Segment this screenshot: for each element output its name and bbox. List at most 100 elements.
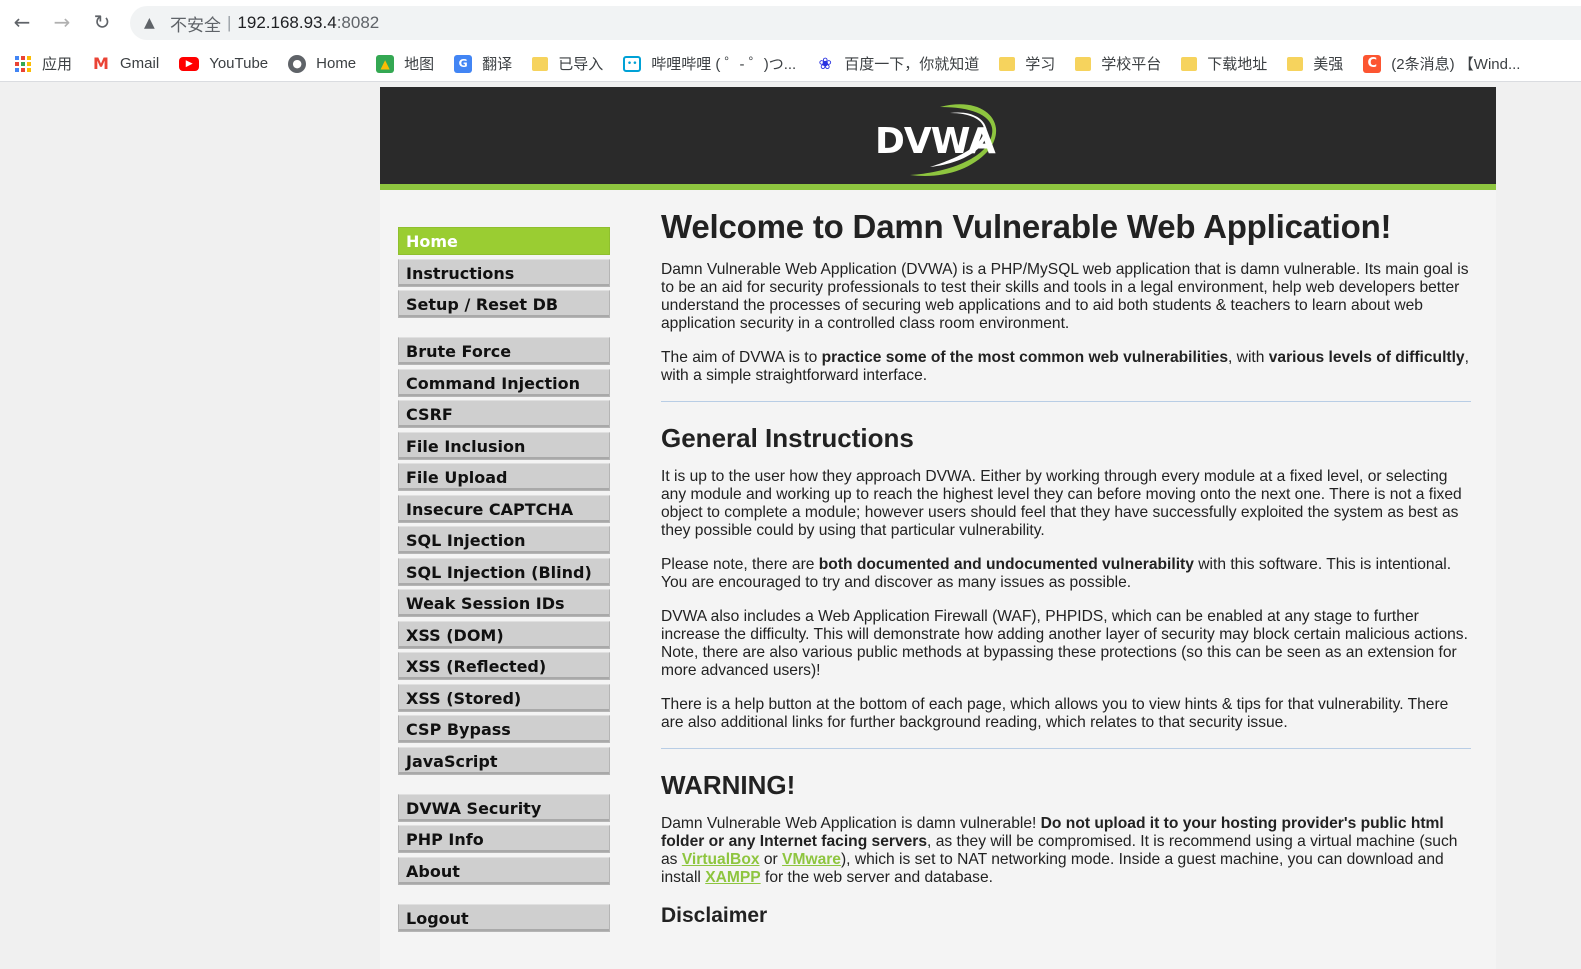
- bookmark-label: 哔哩哔哩 ( ゜- ゜)つ...: [651, 56, 797, 73]
- bookmark-translate[interactable]: G 翻译: [454, 53, 512, 74]
- note-bold: both documented and undocumented vulnera…: [818, 556, 1194, 573]
- bookmark-folder-imported[interactable]: 已导入: [532, 53, 603, 74]
- dvwa-page: DVWA Home Instructions Setup / Reset DB …: [380, 87, 1496, 969]
- menu-item-dvwa-security[interactable]: DVWA Security: [398, 793, 610, 822]
- general-paragraph: It is up to the user how they approach D…: [661, 468, 1462, 539]
- aim-bold-2: various levels of difficultly: [1268, 349, 1465, 366]
- folder-icon: [1287, 56, 1304, 71]
- menu-item-csp-bypass[interactable]: CSP Bypass: [398, 715, 610, 743]
- disclaimer-heading: Disclaimer: [661, 904, 768, 927]
- menu-group-settings: DVWA Security PHP Info About: [398, 793, 610, 885]
- bookmark-folder-meiqiang[interactable]: 美强: [1287, 53, 1343, 74]
- menu-item-brute-force[interactable]: Brute Force: [398, 337, 610, 365]
- youtube-icon: ▶: [179, 56, 200, 71]
- bookmark-label: 百度一下，你就知道: [844, 56, 980, 73]
- bookmark-bilibili[interactable]: •• 哔哩哔哩 ( ゜- ゜)つ...: [623, 53, 796, 74]
- menu-group-vulnerabilities: Brute Force Command Injection CSRF File …: [398, 337, 610, 775]
- menu-item-insecure-captcha[interactable]: Insecure CAPTCHA: [398, 494, 610, 523]
- bookmark-label: Home: [316, 55, 357, 72]
- note-paragraph: Please note, there are both documented a…: [661, 556, 1452, 591]
- menu-group-logout: Logout: [398, 903, 610, 932]
- xampp-link[interactable]: XAMPP: [705, 869, 760, 886]
- back-arrow-icon[interactable]: ←: [10, 10, 34, 34]
- waf-paragraph: DVWA also includes a Web Application Fir…: [661, 608, 1468, 679]
- browser-toolbar: ← → ↻ ▲ 不安全 | 192.168.93.4:8082: [0, 0, 1581, 46]
- gmail-icon: M: [93, 54, 109, 73]
- warning-heading: WARNING!: [661, 770, 796, 800]
- menu-item-sql-injection-blind[interactable]: SQL Injection (Blind): [398, 557, 610, 586]
- menu-group-main: Home Instructions Setup / Reset DB: [398, 227, 610, 318]
- bookmark-apps[interactable]: 应用: [14, 53, 72, 74]
- menu-item-javascript[interactable]: JavaScript: [398, 746, 610, 775]
- forward-arrow-icon[interactable]: →: [50, 10, 74, 34]
- menu-item-home[interactable]: Home: [398, 227, 610, 255]
- logo-text: DVWA: [875, 121, 996, 162]
- menu-item-about[interactable]: About: [398, 856, 610, 885]
- warning-triangle-icon: ▲: [144, 15, 155, 31]
- bookmark-gmail[interactable]: M Gmail: [92, 54, 160, 73]
- insecure-label: 不安全: [170, 15, 221, 35]
- sidebar-menu: Home Instructions Setup / Reset DB Brute…: [398, 227, 610, 951]
- bookmark-folder-downloads[interactable]: 下载地址: [1181, 53, 1267, 74]
- bookmark-label: 美强: [1313, 56, 1344, 73]
- menu-item-file-inclusion[interactable]: File Inclusion: [398, 431, 610, 460]
- menu-item-php-info[interactable]: PHP Info: [398, 825, 610, 853]
- menu-item-weak-session-ids[interactable]: Weak Session IDs: [398, 589, 610, 617]
- reload-icon[interactable]: ↻: [90, 10, 114, 34]
- folder-icon: [999, 56, 1016, 71]
- bookmark-label: 地图: [404, 56, 435, 73]
- bookmark-label: 下载地址: [1207, 56, 1268, 73]
- menu-item-xss-reflected[interactable]: XSS (Reflected): [398, 652, 610, 680]
- bookmark-csdn[interactable]: C (2条消息) 【Wind...: [1363, 53, 1520, 74]
- help-paragraph: There is a help button at the bottom of …: [661, 696, 1449, 731]
- menu-item-xss-dom[interactable]: XSS (DOM): [398, 620, 610, 649]
- divider: [661, 748, 1471, 749]
- bookmark-folder-study[interactable]: 学习: [999, 53, 1055, 74]
- general-instructions-heading: General Instructions: [661, 423, 914, 453]
- menu-item-csrf[interactable]: CSRF: [398, 400, 610, 428]
- address-separator: |: [227, 13, 232, 32]
- intro-paragraph: Damn Vulnerable Web Application (DVWA) i…: [661, 261, 1469, 332]
- menu-item-logout[interactable]: Logout: [398, 903, 610, 932]
- virtualbox-link[interactable]: VirtualBox: [682, 851, 760, 868]
- divider: [661, 401, 1471, 402]
- address-bar[interactable]: ▲ 不安全 | 192.168.93.4:8082: [130, 6, 1581, 40]
- page-header: DVWA: [380, 87, 1496, 190]
- vmware-link[interactable]: VMware: [782, 851, 841, 868]
- menu-item-file-upload[interactable]: File Upload: [398, 463, 610, 491]
- bookmark-label: 翻译: [482, 56, 513, 73]
- aim-paragraph: The aim of DVWA is to practice some of t…: [661, 349, 1469, 384]
- page-title: Welcome to Damn Vulnerable Web Applicati…: [661, 208, 1392, 245]
- folder-icon: [1181, 56, 1198, 71]
- bookmark-home[interactable]: ● Home: [288, 54, 357, 73]
- bookmark-label: YouTube: [209, 55, 269, 72]
- bookmarks-bar: 应用 M Gmail ▶ YouTube ● Home ▲ 地图 G 翻译 已导…: [0, 46, 1581, 82]
- baidu-icon: ❀: [818, 54, 832, 73]
- url-host: 192.168.93.4: [237, 13, 337, 32]
- bookmark-label: 已导入: [558, 56, 604, 73]
- menu-item-command-injection[interactable]: Command Injection: [398, 368, 610, 397]
- menu-item-instructions[interactable]: Instructions: [398, 258, 610, 287]
- bookmark-maps[interactable]: ▲ 地图: [376, 53, 434, 74]
- url-port: :8082: [336, 13, 380, 32]
- bilibili-icon: ••: [623, 55, 642, 72]
- apps-grid-icon: [14, 55, 32, 73]
- aim-bold-1: practice some of the most common web vul…: [821, 349, 1229, 366]
- bookmark-baidu[interactable]: ❀ 百度一下，你就知道: [816, 53, 980, 74]
- dvwa-logo: DVWA: [870, 99, 1005, 179]
- bookmark-label: 学习: [1025, 56, 1056, 73]
- csdn-icon: C: [1363, 54, 1382, 73]
- menu-item-sql-injection[interactable]: SQL Injection: [398, 526, 610, 554]
- bookmark-label: (2条消息) 【Wind...: [1391, 56, 1521, 73]
- menu-item-xss-stored[interactable]: XSS (Stored): [398, 683, 610, 712]
- globe-icon: ●: [288, 54, 307, 73]
- bookmark-label: 学校平台: [1101, 56, 1162, 73]
- warning-paragraph: Damn Vulnerable Web Application is damn …: [661, 815, 1458, 886]
- bookmark-folder-school[interactable]: 学校平台: [1075, 53, 1161, 74]
- menu-item-setup-reset-db[interactable]: Setup / Reset DB: [398, 290, 610, 318]
- folder-icon: [1075, 56, 1092, 71]
- bookmark-label: Gmail: [120, 55, 160, 72]
- translate-icon: G: [454, 54, 473, 73]
- bookmark-youtube[interactable]: ▶ YouTube: [179, 55, 268, 72]
- main-content: Welcome to Damn Vulnerable Web Applicati…: [661, 207, 1471, 941]
